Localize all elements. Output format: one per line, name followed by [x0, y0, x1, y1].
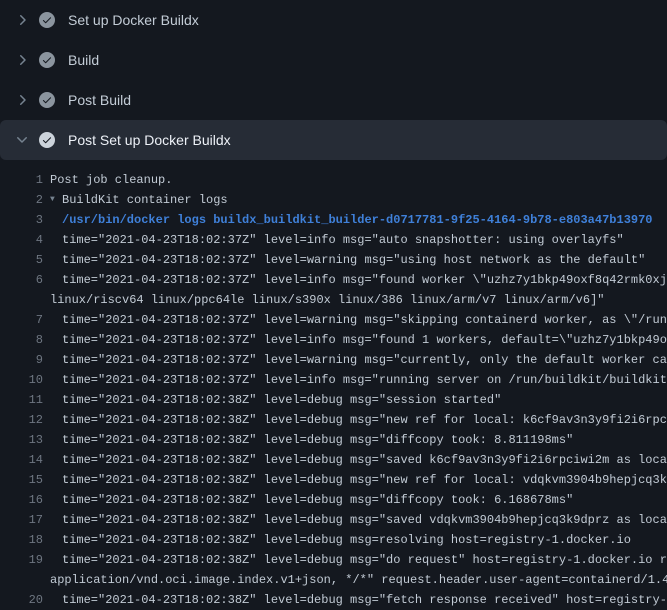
log-line-number[interactable]: 17 — [0, 510, 43, 530]
log-line-text: time="2021-04-23T18:02:37Z" level=warnin… — [62, 350, 667, 370]
log-line-number[interactable]: 8 — [0, 330, 43, 350]
log-line-text: linux/riscv64 linux/ppc64le linux/s390x … — [50, 290, 605, 310]
log-line: 18 time="2021-04-23T18:02:38Z" level=deb… — [0, 530, 667, 550]
log-line-number[interactable]: 16 — [0, 490, 43, 510]
log-line-number[interactable]: 3 — [0, 210, 43, 230]
log-line-text: time="2021-04-23T18:02:37Z" level=warnin… — [62, 250, 645, 270]
log-line-text: time="2021-04-23T18:02:37Z" level=info m… — [62, 330, 667, 350]
log-line-text: application/vnd.oci.image.index.v1+json,… — [50, 570, 667, 590]
check-circle-icon — [39, 132, 55, 148]
log-line-number[interactable]: 14 — [0, 450, 43, 470]
log-line-text: time="2021-04-23T18:02:37Z" level=warnin… — [62, 310, 667, 330]
step-header-3[interactable]: Post Set up Docker Buildx — [0, 120, 667, 160]
log-line: 15 time="2021-04-23T18:02:38Z" level=deb… — [0, 470, 667, 490]
log-line: 1 Post job cleanup. — [0, 170, 667, 190]
steps-list: Set up Docker Buildx Build Post Build Po… — [0, 0, 667, 160]
step-chevron — [14, 52, 30, 68]
log-line-text: time="2021-04-23T18:02:37Z" level=info m… — [62, 270, 667, 290]
log-line: 13 time="2021-04-23T18:02:38Z" level=deb… — [0, 430, 667, 450]
log-line: linux/riscv64 linux/ppc64le linux/s390x … — [0, 290, 667, 310]
step-chevron — [14, 92, 30, 108]
log-line-number[interactable]: 9 — [0, 350, 43, 370]
check-circle-icon — [39, 12, 55, 28]
log-line: application/vnd.oci.image.index.v1+json,… — [0, 570, 667, 590]
log-line: 8 time="2021-04-23T18:02:37Z" level=info… — [0, 330, 667, 350]
log-line: 19 time="2021-04-23T18:02:38Z" level=deb… — [0, 550, 667, 570]
log-line-number[interactable]: 18 — [0, 530, 43, 550]
step-label: Post Build — [68, 92, 131, 108]
chevron-right-icon — [14, 12, 30, 28]
triangle-down-icon[interactable]: ▼ — [50, 190, 62, 210]
log-line-text: time="2021-04-23T18:02:37Z" level=info m… — [62, 230, 624, 250]
log-line-text: time="2021-04-23T18:02:37Z" level=info m… — [62, 370, 667, 390]
step-header-2[interactable]: Post Build — [0, 80, 667, 120]
log-line-number[interactable]: 2 — [0, 190, 43, 210]
step-chevron — [14, 12, 30, 28]
log-line: 5 time="2021-04-23T18:02:37Z" level=warn… — [0, 250, 667, 270]
log-line: 6 time="2021-04-23T18:02:37Z" level=info… — [0, 270, 667, 290]
step-header-1[interactable]: Build — [0, 40, 667, 80]
step-label: Post Set up Docker Buildx — [68, 132, 231, 148]
log-line: 4 time="2021-04-23T18:02:37Z" level=info… — [0, 230, 667, 250]
log-line-number[interactable]: 20 — [0, 590, 43, 610]
log-line-text: BuildKit container logs — [62, 190, 228, 210]
log-line-text: time="2021-04-23T18:02:38Z" level=debug … — [62, 470, 667, 490]
log-line-text: time="2021-04-23T18:02:38Z" level=debug … — [62, 410, 667, 430]
log-line-text: time="2021-04-23T18:02:38Z" level=debug … — [62, 490, 573, 510]
log-line-number[interactable]: 4 — [0, 230, 43, 250]
log-line: 10 time="2021-04-23T18:02:37Z" level=inf… — [0, 370, 667, 390]
log-line-text: time="2021-04-23T18:02:38Z" level=debug … — [62, 550, 667, 570]
log-line-number[interactable] — [0, 290, 43, 310]
check-circle-icon — [39, 52, 55, 68]
log-line-text: time="2021-04-23T18:02:38Z" level=debug … — [62, 450, 667, 470]
log-line: 3 /usr/bin/docker logs buildx_buildkit_b… — [0, 210, 667, 230]
log-line-number[interactable]: 13 — [0, 430, 43, 450]
log-line-number[interactable]: 15 — [0, 470, 43, 490]
log-line-text: time="2021-04-23T18:02:38Z" level=debug … — [62, 390, 501, 410]
log-line: 2 ▼ BuildKit container logs — [0, 190, 667, 210]
log-line: 20 time="2021-04-23T18:02:38Z" level=deb… — [0, 590, 667, 610]
log-line-number[interactable]: 12 — [0, 410, 43, 430]
log-line-number[interactable]: 11 — [0, 390, 43, 410]
log-line-number[interactable]: 10 — [0, 370, 43, 390]
log-line-number[interactable]: 5 — [0, 250, 43, 270]
step-label: Build — [68, 52, 99, 68]
log-line-number[interactable] — [0, 570, 43, 590]
log-line-number[interactable]: 1 — [0, 170, 43, 190]
step-label: Set up Docker Buildx — [68, 12, 199, 28]
chevron-right-icon — [14, 52, 30, 68]
log-line: 16 time="2021-04-23T18:02:38Z" level=deb… — [0, 490, 667, 510]
log-line: 7 time="2021-04-23T18:02:37Z" level=warn… — [0, 310, 667, 330]
log-line-text: time="2021-04-23T18:02:38Z" level=debug … — [62, 530, 631, 550]
log-line-text: time="2021-04-23T18:02:38Z" level=debug … — [62, 590, 667, 610]
log-line-number[interactable]: 19 — [0, 550, 43, 570]
log-line-number[interactable]: 6 — [0, 270, 43, 290]
log-container: 1 Post job cleanup. 2 ▼ BuildKit contain… — [0, 160, 667, 610]
chevron-down-icon — [14, 132, 30, 148]
check-circle-icon — [39, 92, 55, 108]
log-line-text: Post job cleanup. — [50, 170, 172, 190]
log-line: 17 time="2021-04-23T18:02:38Z" level=deb… — [0, 510, 667, 530]
log-line: 11 time="2021-04-23T18:02:38Z" level=deb… — [0, 390, 667, 410]
chevron-right-icon — [14, 92, 30, 108]
log-line-text: time="2021-04-23T18:02:38Z" level=debug … — [62, 510, 667, 530]
log-line: 14 time="2021-04-23T18:02:38Z" level=deb… — [0, 450, 667, 470]
log-line: 12 time="2021-04-23T18:02:38Z" level=deb… — [0, 410, 667, 430]
step-chevron — [14, 132, 30, 148]
log-line-text: time="2021-04-23T18:02:38Z" level=debug … — [62, 430, 573, 450]
step-header-0[interactable]: Set up Docker Buildx — [0, 0, 667, 40]
log-line: 9 time="2021-04-23T18:02:37Z" level=warn… — [0, 350, 667, 370]
log-line-number[interactable]: 7 — [0, 310, 43, 330]
log-line-text: /usr/bin/docker logs buildx_buildkit_bui… — [62, 210, 653, 230]
